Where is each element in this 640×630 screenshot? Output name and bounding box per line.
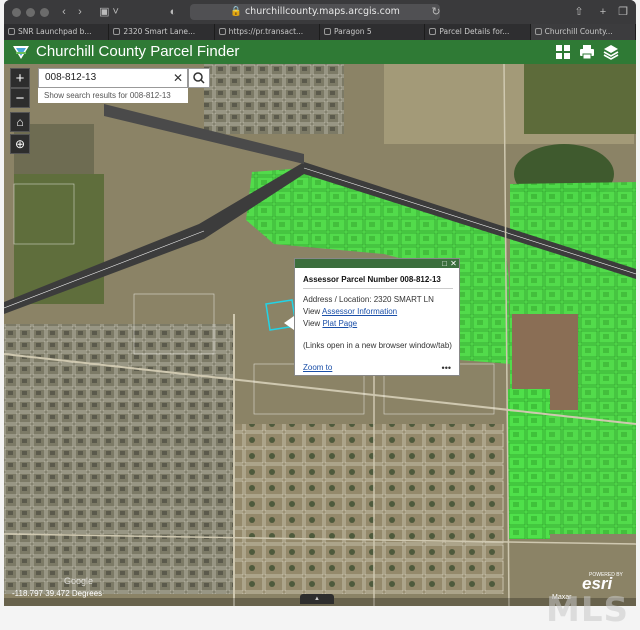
forward-icon[interactable]: › [74, 5, 86, 19]
address-bar[interactable]: 🔒 churchillcounty.maps.arcgis.com [190, 4, 440, 20]
plat-line: View Plat Page [303, 319, 357, 328]
dock-popup-icon[interactable]: □ [440, 259, 449, 268]
expand-panel-button[interactable]: ▲ [300, 594, 334, 604]
share-icon[interactable]: ⇧ [572, 5, 586, 19]
mls-watermark: MLS [546, 590, 629, 630]
search-input[interactable]: 008-812-13 [45, 72, 96, 83]
privacy-shield-icon[interactable]: ◐ [166, 5, 180, 19]
layers-icon[interactable] [602, 43, 620, 61]
tab-bar: SNR Launchpad b... 2320 Smart Lane... ht… [4, 24, 636, 40]
app-header: Churchill County Parcel Finder [4, 40, 636, 64]
tab-favicon-icon [534, 28, 542, 35]
view-label: View [303, 307, 321, 316]
popup-title: Assessor Parcel Number 008-812-13 [303, 275, 441, 284]
popup-divider [303, 288, 453, 289]
tab-snr-launchpad[interactable]: SNR Launchpad b... [4, 24, 110, 40]
print-icon[interactable] [578, 43, 596, 61]
browser-window: ‹ › ▣ ˅ ◐ 🔒 churchillcounty.maps.arcgis.… [4, 0, 636, 606]
grid-icon[interactable] [554, 43, 572, 61]
tab-transact[interactable]: https://pr.transact... [215, 24, 320, 40]
close-popup-icon[interactable]: ✕ [449, 259, 458, 268]
app-title: Churchill County Parcel Finder [36, 43, 240, 60]
tab-favicon-icon [113, 28, 121, 35]
close-window-button[interactable] [12, 8, 21, 17]
more-actions-icon[interactable]: ••• [442, 363, 451, 373]
locate-button[interactable]: ⊕ [10, 134, 30, 154]
coordinate-readout: -118.797 39.472 Degrees [12, 589, 103, 598]
browser-toolbar: ‹ › ▣ ˅ ◐ 🔒 churchillcounty.maps.arcgis.… [4, 0, 636, 24]
google-watermark: Google [64, 576, 94, 586]
popup-header: □ ✕ [295, 259, 459, 268]
parcel-popup: □ ✕ Assessor Parcel Number 008-812-13 Ad… [294, 258, 460, 376]
lock-icon: 🔒 [230, 6, 242, 17]
sidebar-toggle-icon[interactable]: ▣ ˅ [96, 5, 122, 19]
tab-2320-smart-lane[interactable]: 2320 Smart Lane... [109, 24, 215, 40]
tab-paragon[interactable]: Paragon 5 [320, 24, 426, 40]
new-tab-icon[interactable]: + [596, 5, 610, 19]
tab-label: Churchill County... [544, 27, 613, 36]
tab-favicon-icon [8, 28, 15, 35]
search-box[interactable]: 008-812-13 ✕ [38, 68, 188, 88]
minimize-window-button[interactable] [26, 8, 35, 17]
search-icon [193, 72, 205, 84]
popup-note: (Links open in a new browser window/tab) [303, 341, 452, 350]
tab-label: SNR Launchpad b... [18, 27, 92, 36]
locate-icon: ⊕ [14, 137, 26, 151]
zoom-to-link[interactable]: Zoom to [303, 363, 332, 372]
tab-label: Paragon 5 [333, 27, 372, 36]
tab-label: https://pr.transact... [228, 27, 304, 36]
zoom-out-button[interactable]: − [10, 88, 30, 108]
url-text: churchillcounty.maps.arcgis.com [244, 6, 400, 17]
tab-churchill-county[interactable]: Churchill County... [530, 24, 636, 40]
county-logo-icon [13, 46, 29, 59]
tab-label: Parcel Details for... [439, 27, 510, 36]
zoom-window-button[interactable] [40, 8, 49, 17]
tab-favicon-icon [429, 28, 437, 35]
search-button[interactable] [188, 68, 210, 88]
map-view[interactable]: + − ⌂ ⊕ 008-812-13 ✕ Show search results… [4, 64, 636, 606]
back-icon[interactable]: ‹ [58, 5, 70, 19]
tab-favicon-icon [218, 28, 226, 35]
tab-label: 2320 Smart Lane... [123, 27, 196, 36]
home-button[interactable]: ⌂ [10, 112, 30, 132]
tab-overview-icon[interactable]: ❐ [616, 5, 630, 19]
plat-page-link[interactable]: Plat Page [322, 319, 357, 328]
popup-pointer [284, 316, 294, 330]
assessor-information-link[interactable]: Assessor Information [322, 307, 397, 316]
search-suggestion[interactable]: Show search results for 008-812-13 [38, 88, 188, 103]
tab-parcel-details[interactable]: Parcel Details for... [425, 24, 531, 40]
zoom-in-button[interactable]: + [10, 68, 30, 88]
reload-icon[interactable]: ↻ [430, 5, 442, 19]
clear-search-icon[interactable]: ✕ [173, 71, 183, 85]
tab-favicon-icon [323, 28, 331, 35]
home-icon: ⌂ [16, 115, 24, 129]
view-label: View [303, 319, 321, 328]
chevron-up-icon: ▲ [314, 596, 320, 602]
assessor-line: View Assessor Information [303, 307, 397, 316]
address-text: Address / Location: 2320 SMART LN [303, 295, 434, 304]
